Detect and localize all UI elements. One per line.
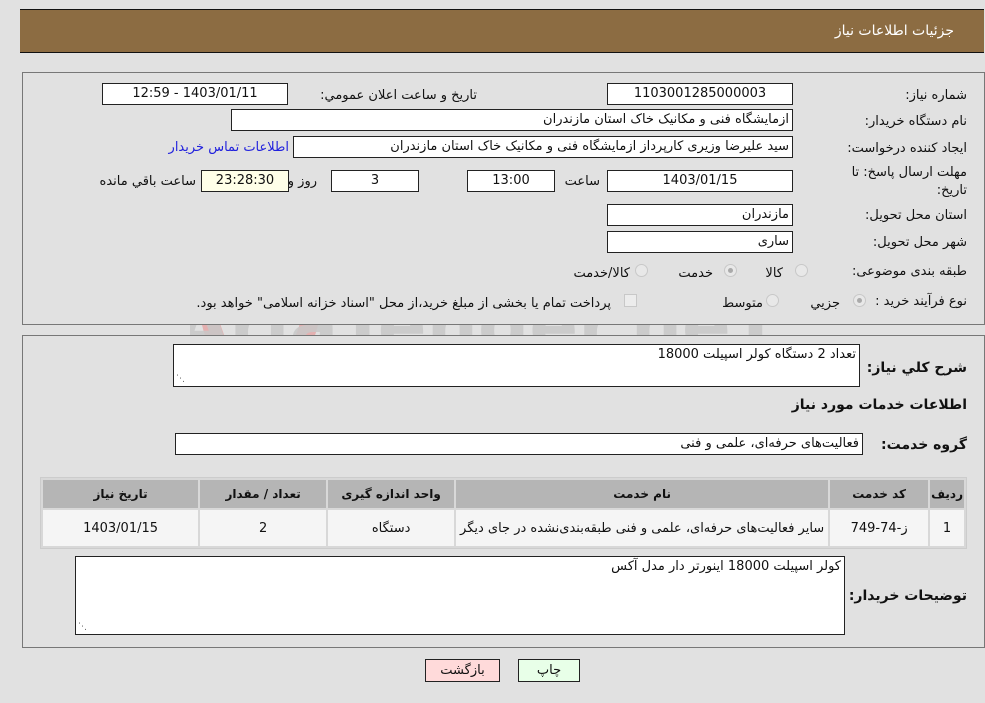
description-label: شرح کلي نياز:	[866, 360, 967, 376]
days-suffix-label: روز و	[287, 174, 317, 189]
buyer-contact-link[interactable]: اطلاعات تماس خريدار	[169, 140, 289, 155]
cell-unit: دستگاه	[328, 510, 455, 546]
services-heading: اطلاعات خدمات مورد نياز	[791, 397, 967, 413]
cell-need-date: 1403/01/15	[43, 510, 199, 546]
city-field: ساری	[607, 231, 793, 253]
print-button[interactable]: چاپ	[518, 659, 580, 682]
buyer-org-field: ازمایشگاه فنی و مکانیک خاک استان مازندرا…	[231, 109, 793, 131]
days-remaining-field: 3	[331, 170, 419, 192]
need-number-label: شماره نياز:	[905, 88, 967, 103]
buyer-notes-text: کولر اسپیلت 18000 اینورتر دار مدل آکس	[611, 559, 841, 574]
page-header: جزئيات اطلاعات نياز	[20, 9, 984, 53]
cell-service-code: ز-74-749	[830, 510, 929, 546]
city-label: شهر محل تحويل:	[872, 235, 967, 250]
purchase-type-option-minor: جزيي	[810, 296, 840, 311]
back-button[interactable]: بازگشت	[425, 659, 500, 682]
remaining-time-suffix: ساعت باقي مانده	[99, 174, 196, 189]
buyer-notes-label: توضيحات خريدار:	[848, 588, 967, 604]
col-header-need-date: تاريخ نياز	[43, 480, 199, 508]
table-header-row: رديف کد خدمت نام خدمت واحد اندازه گيری ت…	[43, 480, 964, 508]
category-radio-service[interactable]	[724, 264, 737, 277]
deadline-label: مهلت ارسال پاسخ: تا تاريخ:	[851, 165, 967, 198]
col-header-quantity: تعداد / مقدار	[200, 480, 327, 508]
deadline-date-field: 1403/01/15	[607, 170, 793, 192]
category-radio-goods[interactable]	[795, 264, 808, 277]
col-header-unit: واحد اندازه گيری	[328, 480, 455, 508]
cell-quantity: 2	[200, 510, 327, 546]
category-option-service: خدمت	[678, 266, 713, 281]
category-option-goods: کالا	[765, 266, 783, 281]
buyer-notes-textarea[interactable]: کولر اسپیلت 18000 اینورتر دار مدل آکس ⋰	[75, 556, 845, 635]
requester-field: سید علیرضا وزیری کارپرداز ازمایشگاه فنی …	[293, 136, 793, 158]
buyer-org-label: نام دستگاه خريدار:	[864, 114, 967, 129]
requester-label: ايجاد کننده درخواست:	[847, 141, 967, 156]
table-row: 1 ز-74-749 سایر فعالیت‌های حرفه‌ای، علمی…	[43, 510, 964, 546]
resize-grip-icon[interactable]: ⋰	[78, 623, 87, 632]
category-radio-goods-service[interactable]	[635, 264, 648, 277]
description-text: تعداد 2 دستگاه کولر اسپیلت 18000	[657, 347, 856, 362]
purchase-type-label: نوع فرآيند خريد :	[875, 294, 967, 309]
province-field: مازندران	[607, 204, 793, 226]
treasury-note: پرداخت تمام يا بخشی از مبلغ خريد،از محل …	[196, 296, 611, 311]
service-group-label: گروه خدمت:	[881, 437, 967, 453]
resize-grip-icon[interactable]: ⋰	[176, 375, 185, 384]
col-header-service-name: نام خدمت	[456, 480, 829, 508]
col-header-row-number: رديف	[930, 480, 964, 508]
deadline-time-label: ساعت	[564, 174, 600, 189]
province-label: استان محل تحويل:	[865, 208, 967, 223]
deadline-time-field: 13:00	[467, 170, 555, 192]
purchase-type-option-medium: متوسط	[722, 296, 763, 311]
col-header-service-code: کد خدمت	[830, 480, 929, 508]
category-label: طبقه بندی موضوعی:	[851, 264, 967, 279]
purchase-type-radio-minor[interactable]	[853, 294, 866, 307]
page-title: جزئيات اطلاعات نياز	[834, 23, 954, 39]
announce-datetime-field: 1403/01/11 - 12:59	[102, 83, 288, 105]
remaining-time-field: 23:28:30	[201, 170, 289, 192]
cell-row-number: 1	[930, 510, 964, 546]
need-number-field: 1103001285000003	[607, 83, 793, 105]
announce-datetime-label: تاريخ و ساعت اعلان عمومي:	[320, 88, 477, 103]
cell-service-name: سایر فعالیت‌های حرفه‌ای، علمی و فنی طبقه…	[456, 510, 829, 546]
treasury-checkbox[interactable]	[624, 294, 637, 307]
service-group-field: فعالیت‌های حرفه‌ای، علمی و فنی	[175, 433, 863, 455]
purchase-type-radio-medium[interactable]	[766, 294, 779, 307]
services-table: رديف کد خدمت نام خدمت واحد اندازه گيری ت…	[40, 477, 967, 549]
category-option-goods-service: کالا/خدمت	[573, 266, 630, 281]
description-textarea[interactable]: تعداد 2 دستگاه کولر اسپیلت 18000 ⋰	[173, 344, 860, 387]
